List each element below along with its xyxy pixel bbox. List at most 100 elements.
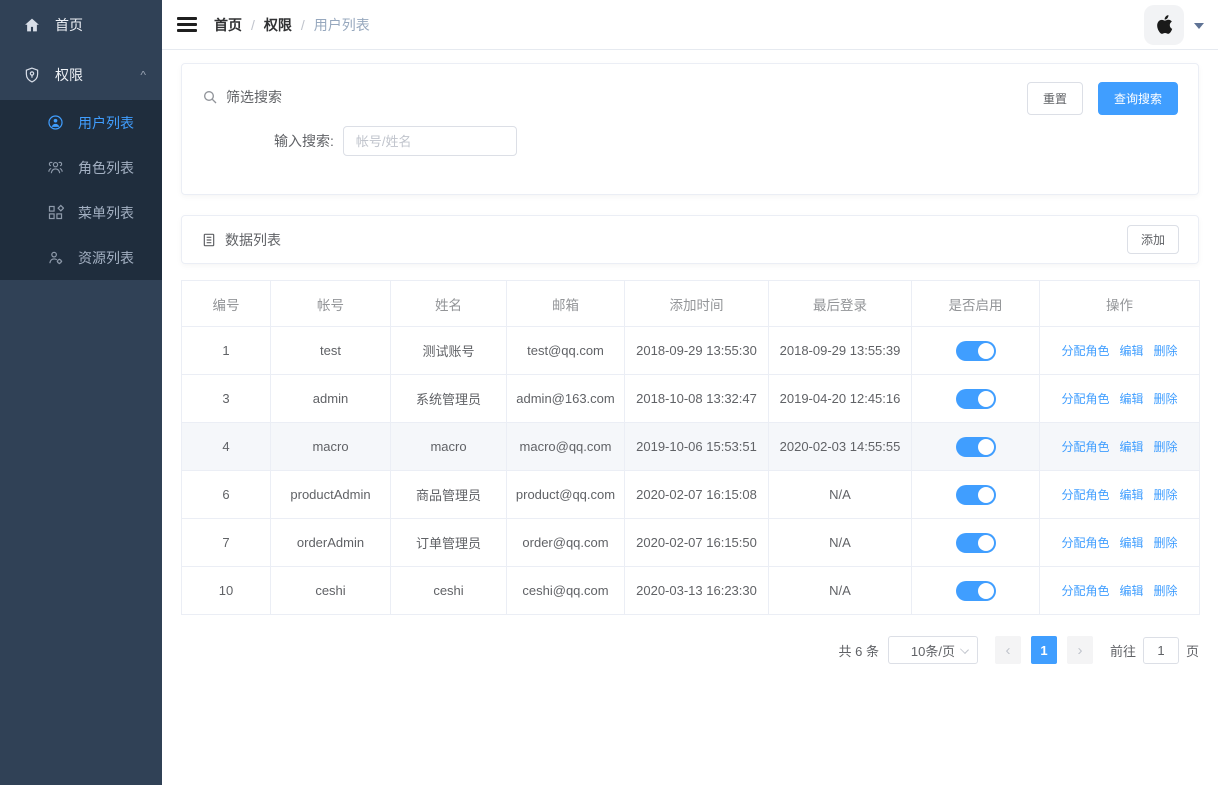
col-created: 添加时间 <box>625 281 769 327</box>
edit-link[interactable]: 编辑 <box>1119 536 1143 550</box>
cell-name: macro <box>391 423 507 471</box>
cell-account: productAdmin <box>271 471 391 519</box>
enabled-toggle[interactable] <box>956 437 996 457</box>
edit-link[interactable]: 编辑 <box>1119 488 1143 502</box>
sidebar-item-home[interactable]: 首页 <box>0 0 162 50</box>
cell-actions: 分配角色编辑删除 <box>1040 327 1200 375</box>
assign-role-link[interactable]: 分配角色 <box>1061 440 1109 454</box>
table-header-row: 编号 帐号 姓名 邮箱 添加时间 最后登录 是否启用 操作 <box>182 281 1200 327</box>
col-id: 编号 <box>182 281 271 327</box>
cell-created: 2018-10-08 13:32:47 <box>625 375 769 423</box>
enabled-toggle[interactable] <box>956 341 996 361</box>
enabled-toggle[interactable] <box>956 533 996 553</box>
add-button[interactable]: 添加 <box>1127 225 1179 254</box>
cell-id: 1 <box>182 327 271 375</box>
next-page-button[interactable]: › <box>1067 636 1093 664</box>
assign-role-link[interactable]: 分配角色 <box>1061 488 1109 502</box>
cell-name: 系统管理员 <box>391 375 507 423</box>
col-email: 邮箱 <box>507 281 625 327</box>
enabled-toggle[interactable] <box>956 389 996 409</box>
delete-link[interactable]: 删除 <box>1154 344 1178 358</box>
home-icon <box>23 16 41 34</box>
cell-email: ceshi@qq.com <box>507 567 625 615</box>
page-size-value: 10条/页 <box>911 641 955 660</box>
keyword-input[interactable] <box>343 126 517 156</box>
sidebar-item-resource-list[interactable]: 资源列表 <box>0 235 162 280</box>
assign-role-link[interactable]: 分配角色 <box>1061 584 1109 598</box>
cell-created: 2018-09-29 13:55:30 <box>625 327 769 375</box>
cell-enabled <box>912 327 1040 375</box>
pagination: 共 6 条 10条/页 ‹ 1 › 前往 页 <box>181 636 1199 664</box>
sidebar-item-permission[interactable]: 权限 ^ <box>0 50 162 100</box>
sidebar: 首页 权限 ^ 用户列表 <box>0 0 162 785</box>
cell-enabled <box>912 567 1040 615</box>
enabled-toggle[interactable] <box>956 581 996 601</box>
table-row[interactable]: 10ceshiceshiceshi@qq.com2020-03-13 16:23… <box>182 567 1200 615</box>
menu-grid-icon <box>47 204 64 221</box>
cell-id: 4 <box>182 423 271 471</box>
cell-last-login: N/A <box>769 471 912 519</box>
collapse-arrow-icon: ^ <box>140 69 146 82</box>
edit-link[interactable]: 编辑 <box>1119 584 1143 598</box>
delete-link[interactable]: 删除 <box>1154 488 1178 502</box>
cell-account: ceshi <box>271 567 391 615</box>
sidebar-item-label: 用户列表 <box>78 113 134 133</box>
cell-account: macro <box>271 423 391 471</box>
filter-title: 筛选搜索 <box>226 87 282 107</box>
delete-link[interactable]: 删除 <box>1154 536 1178 550</box>
query-search-button[interactable]: 查询搜索 <box>1098 82 1178 115</box>
sidebar-item-menu-list[interactable]: 菜单列表 <box>0 190 162 235</box>
breadcrumb-separator: / <box>301 17 305 33</box>
assign-role-link[interactable]: 分配角色 <box>1061 344 1109 358</box>
delete-link[interactable]: 删除 <box>1154 584 1178 598</box>
cell-last-login: N/A <box>769 567 912 615</box>
cell-email: product@qq.com <box>507 471 625 519</box>
edit-link[interactable]: 编辑 <box>1119 392 1143 406</box>
cell-actions: 分配角色编辑删除 <box>1040 471 1200 519</box>
data-list-title: 数据列表 <box>225 230 281 250</box>
reset-button[interactable]: 重置 <box>1027 82 1083 115</box>
sidebar-item-user-list[interactable]: 用户列表 <box>0 100 162 145</box>
table-row[interactable]: 4macromacromacro@qq.com2019-10-06 15:53:… <box>182 423 1200 471</box>
edit-link[interactable]: 编辑 <box>1119 440 1143 454</box>
cell-actions: 分配角色编辑删除 <box>1040 423 1200 471</box>
cell-email: admin@163.com <box>507 375 625 423</box>
assign-role-link[interactable]: 分配角色 <box>1061 392 1109 406</box>
cell-account: orderAdmin <box>271 519 391 567</box>
cell-actions: 分配角色编辑删除 <box>1040 567 1200 615</box>
breadcrumb-current: 用户列表 <box>314 15 370 35</box>
sidebar-item-label: 角色列表 <box>78 158 134 178</box>
delete-link[interactable]: 删除 <box>1154 392 1178 406</box>
cell-name: 测试账号 <box>391 327 507 375</box>
resource-icon <box>47 249 64 266</box>
hamburger-icon[interactable] <box>177 14 197 36</box>
cell-id: 3 <box>182 375 271 423</box>
table-row[interactable]: 6productAdmin商品管理员product@qq.com2020-02-… <box>182 471 1200 519</box>
cell-email: test@qq.com <box>507 327 625 375</box>
edit-link[interactable]: 编辑 <box>1119 344 1143 358</box>
page-size-select[interactable]: 10条/页 <box>888 636 978 664</box>
user-menu[interactable] <box>1144 5 1204 45</box>
breadcrumb-permission[interactable]: 权限 <box>264 15 292 35</box>
table-row[interactable]: 1test测试账号test@qq.com2018-09-29 13:55:302… <box>182 327 1200 375</box>
table-row[interactable]: 3admin系统管理员admin@163.com2018-10-08 13:32… <box>182 375 1200 423</box>
delete-link[interactable]: 删除 <box>1154 440 1178 454</box>
assign-role-link[interactable]: 分配角色 <box>1061 536 1109 550</box>
table-row[interactable]: 7orderAdmin订单管理员order@qq.com2020-02-07 1… <box>182 519 1200 567</box>
page-number-1[interactable]: 1 <box>1031 636 1057 664</box>
cell-enabled <box>912 423 1040 471</box>
avatar[interactable] <box>1144 5 1184 45</box>
enabled-toggle[interactable] <box>956 485 996 505</box>
cell-created: 2020-02-07 16:15:08 <box>625 471 769 519</box>
cell-created: 2020-02-07 16:15:50 <box>625 519 769 567</box>
sidebar-item-label: 首页 <box>55 15 83 35</box>
cell-account: admin <box>271 375 391 423</box>
sidebar-item-role-list[interactable]: 角色列表 <box>0 145 162 190</box>
breadcrumb-home[interactable]: 首页 <box>214 15 242 35</box>
breadcrumb-separator: / <box>251 17 255 33</box>
prev-page-button[interactable]: ‹ <box>995 636 1021 664</box>
total-count: 共 6 条 <box>839 641 879 660</box>
jump-page-input[interactable] <box>1143 637 1179 664</box>
sidebar-item-label: 菜单列表 <box>78 203 134 223</box>
cell-name: 订单管理员 <box>391 519 507 567</box>
